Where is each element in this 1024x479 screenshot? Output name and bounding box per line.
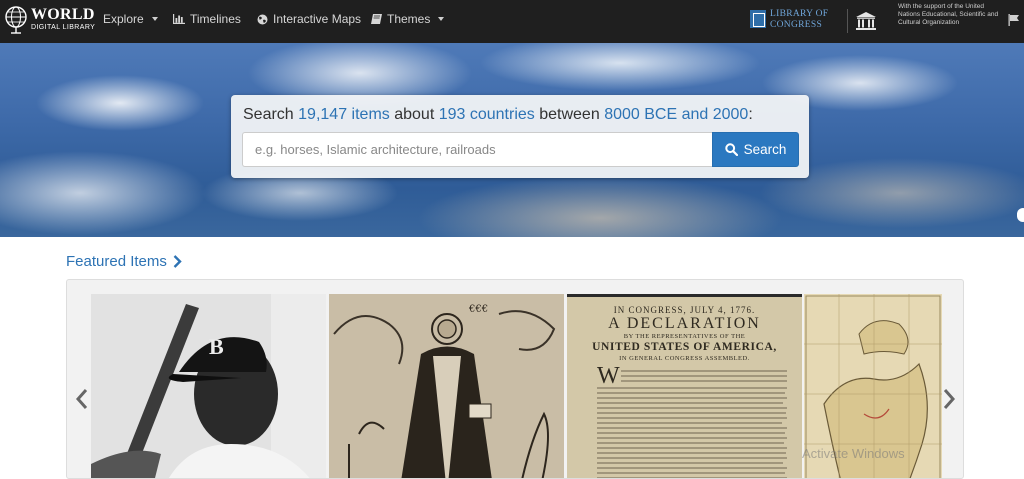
nav-themes[interactable]: Themes: [371, 12, 445, 26]
chevron-down-icon: [438, 17, 445, 21]
country-count-link[interactable]: 193 countries: [439, 106, 535, 123]
svg-text:B: B: [209, 334, 224, 359]
headline-between: between: [539, 106, 600, 123]
flag-icon[interactable]: [1008, 14, 1020, 26]
nav-themes-label: Themes: [387, 12, 431, 26]
globe-nav-icon: [257, 14, 268, 24]
book-icon: [371, 14, 382, 24]
featured-item-photo[interactable]: B: [91, 294, 326, 478]
search-panel: Search 19,147 items about 193 countries …: [231, 95, 809, 178]
search-headline: Search 19,147 items about 193 countries …: [243, 106, 753, 124]
hero-banner: Search 19,147 items about 193 countries …: [0, 43, 1024, 237]
declaration-line1: IN CONGRESS, JULY 4, 1776.: [613, 305, 756, 315]
partner-divider: [847, 9, 848, 33]
declaration-line3: BY THE REPRESENTATIVES OF THE: [623, 333, 746, 340]
saint-woodcut-image: €€€: [329, 294, 564, 478]
nav-timelines[interactable]: Timelines: [173, 12, 241, 26]
declaration-text-lines: W: [597, 365, 787, 478]
loc-line1: LIBRARY OF: [770, 9, 829, 19]
side-tab-icon[interactable]: ⋮: [1017, 208, 1024, 222]
loc-mark-icon: [750, 10, 766, 28]
baseball-player-image: B: [91, 294, 326, 478]
chevron-down-icon: [151, 17, 158, 21]
nav-interactive-maps[interactable]: Interactive Maps: [257, 12, 361, 26]
library-of-congress-logo[interactable]: LIBRARY OF CONGRESS: [750, 9, 842, 31]
brand-line2: DIGITAL LIBRARY: [31, 24, 96, 31]
search-input[interactable]: [242, 132, 713, 167]
headline-search-word: Search: [243, 106, 294, 123]
nav-explore[interactable]: Explore: [103, 12, 158, 26]
declaration-line4: UNITED STATES OF AMERICA,: [592, 341, 777, 353]
headline-about: about: [394, 106, 435, 123]
featured-item-engraving[interactable]: €€€: [329, 294, 564, 478]
declaration-line5: IN GENERAL CONGRESS ASSEMBLED.: [619, 355, 750, 362]
globe-icon: [5, 6, 27, 34]
svg-text:W: W: [597, 365, 620, 389]
carousel-prev-icon[interactable]: [74, 387, 90, 411]
unesco-support-text: With the support of the United Nations E…: [898, 3, 999, 26]
chevron-right-icon: [173, 255, 182, 268]
featured-items-link[interactable]: Featured Items: [66, 253, 182, 270]
carousel-next-icon[interactable]: [941, 387, 957, 411]
search-icon: [724, 143, 738, 156]
declaration-line2: A DECLARATION: [608, 315, 761, 332]
unesco-temple-icon[interactable]: [855, 11, 877, 31]
wdl-logo[interactable]: WORLD DIGITAL LIBRARY: [4, 5, 96, 37]
nav-maps-label: Interactive Maps: [273, 12, 362, 26]
svg-text:€€€: €€€: [468, 304, 488, 315]
activate-windows-watermark: Activate Windows: [802, 446, 905, 461]
item-count-link[interactable]: 19,147 items: [298, 106, 390, 123]
date-range-link[interactable]: 8000 BCE and 2000: [604, 106, 748, 123]
brand-line1: WORLD: [31, 6, 95, 23]
search-button-label: Search: [743, 142, 787, 157]
loc-line2: CONGRESS: [770, 20, 823, 30]
search-button[interactable]: Search: [712, 132, 799, 167]
featured-item-declaration[interactable]: IN CONGRESS, JULY 4, 1776. A DECLARATION…: [567, 294, 802, 478]
declaration-page: IN CONGRESS, JULY 4, 1776. A DECLARATION…: [567, 297, 802, 478]
featured-title: Featured Items: [66, 253, 167, 270]
headline-colon: :: [748, 106, 753, 123]
nav-explore-label: Explore: [103, 12, 144, 26]
bar-chart-icon: [173, 14, 185, 24]
top-navbar: WORLD DIGITAL LIBRARY Explore Timelines …: [0, 0, 1024, 43]
nav-timelines-label: Timelines: [190, 12, 241, 26]
